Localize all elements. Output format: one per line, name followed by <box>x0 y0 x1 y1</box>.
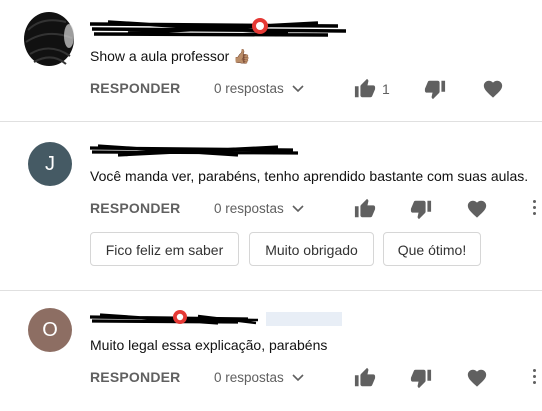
avatar-letter: J <box>45 153 55 175</box>
reply-button[interactable]: RESPONDER <box>90 200 180 216</box>
replies-count-label: 0 respostas <box>214 201 284 216</box>
author-name-redacted[interactable] <box>88 16 350 38</box>
replies-count-label: 0 respostas <box>214 370 284 385</box>
chevron-down-icon <box>291 85 304 93</box>
heart-icon[interactable] <box>466 198 488 220</box>
replies-count-label: 0 respostas <box>214 81 284 96</box>
comment-text: Show a aula professor 👍🏽 <box>90 48 251 64</box>
author-name-redacted[interactable] <box>88 307 346 329</box>
comment-2: J Você manda ver, parabéns, tenho aprend… <box>0 122 542 290</box>
like-icon[interactable] <box>354 367 376 389</box>
avatar[interactable]: J <box>28 142 72 186</box>
replies-toggle[interactable]: 0 respostas <box>214 201 304 216</box>
comment-text: Muito legal essa explicação, parabéns <box>90 337 328 353</box>
dislike-icon[interactable] <box>424 78 446 100</box>
suggested-reply-chip[interactable]: Fico feliz em saber <box>90 232 239 266</box>
comment-3: O Muito legal essa explicação, parabéns … <box>0 291 542 411</box>
reply-button[interactable]: RESPONDER <box>90 369 180 385</box>
comment-text: Você manda ver, parabéns, tenho aprendid… <box>90 168 529 184</box>
more-options-icon[interactable] <box>530 367 538 389</box>
dislike-icon[interactable] <box>410 198 432 220</box>
like-count: 1 <box>382 81 390 97</box>
comment-1: Show a aula professor 👍🏽 RESPONDER 0 res… <box>0 0 542 120</box>
suggested-reply-chip[interactable]: Que ótimo! <box>383 232 481 266</box>
heart-icon[interactable] <box>482 78 504 100</box>
more-options-icon[interactable] <box>530 198 538 220</box>
avatar-redacted[interactable] <box>22 12 76 68</box>
chevron-down-icon <box>291 205 304 213</box>
like-icon[interactable] <box>354 78 376 100</box>
thumbs-up-emoji: 👍🏽 <box>233 48 251 64</box>
author-name-redacted[interactable] <box>88 142 300 158</box>
chevron-down-icon <box>291 374 304 382</box>
replies-toggle[interactable]: 0 respostas <box>214 81 304 96</box>
avatar-scribble-image <box>24 12 74 66</box>
reply-button[interactable]: RESPONDER <box>90 80 180 96</box>
suggested-replies: Fico feliz em saber Muito obrigado Que ó… <box>90 232 530 268</box>
suggested-reply-chip[interactable]: Muito obrigado <box>249 232 374 266</box>
heart-icon[interactable] <box>466 367 488 389</box>
avatar-letter: O <box>42 319 58 341</box>
dislike-icon[interactable] <box>410 367 432 389</box>
avatar[interactable]: O <box>28 308 72 352</box>
like-icon[interactable] <box>354 198 376 220</box>
replies-toggle[interactable]: 0 respostas <box>214 370 304 385</box>
